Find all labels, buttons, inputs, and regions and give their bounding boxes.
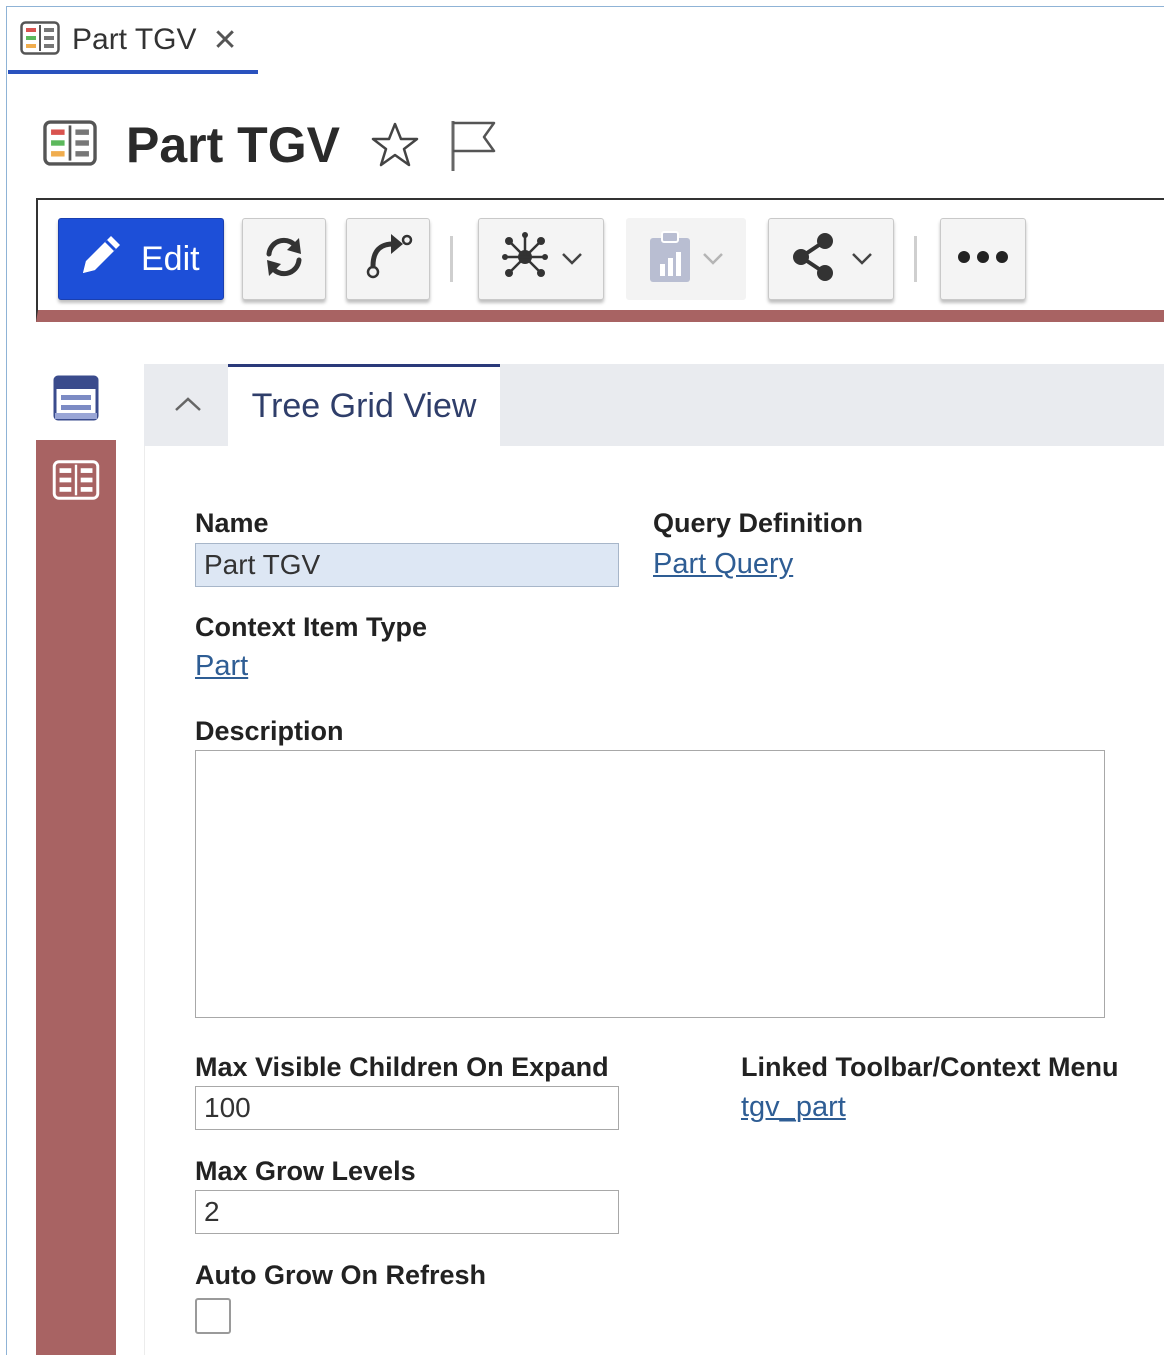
chevron-up-icon [173,395,203,418]
report-icon [648,230,692,289]
context-item-type-label: Context Item Type [195,612,428,642]
grid-view-icon [52,459,100,505]
sidenav-item-grid[interactable] [36,440,116,524]
edit-label: Edit [141,239,200,278]
promote-button[interactable] [346,218,430,300]
collapse-button[interactable] [166,384,210,428]
max-grow-levels-label: Max Grow Levels [195,1156,416,1186]
chevron-down-icon [561,246,583,272]
grid-view-icon [42,119,98,171]
chevron-down-icon [851,246,873,272]
refresh-button[interactable] [242,218,326,300]
page-header: Part TGV [42,112,526,178]
edit-button[interactable]: Edit [58,218,224,300]
tab-title: Part TGV [72,23,197,56]
pencil-icon [75,229,127,290]
chevron-down-icon [702,246,724,272]
tab-part-tgv[interactable]: Part TGV ✕ [8,10,258,74]
context-item-type-link[interactable]: Part [195,650,248,683]
max-visible-children-label: Max Visible Children On Expand [195,1052,609,1082]
structure-button[interactable] [478,218,604,300]
flag-outline-icon[interactable] [448,117,498,173]
form-body: Name Query Definition Part Query Context… [144,446,1164,1355]
promote-icon [361,230,415,289]
description-label: Description [195,716,344,746]
star-outline-icon[interactable] [370,120,420,170]
name-label: Name [195,508,269,538]
page-title: Part TGV [126,117,340,173]
sidenav-rail [36,440,116,1355]
form-view-icon [53,375,99,426]
share-button[interactable] [768,218,894,300]
auto-grow-checkbox[interactable] [195,1298,231,1334]
description-field[interactable] [195,750,1105,1018]
tab-tree-grid-view[interactable]: Tree Grid View [228,364,500,446]
more-icon [956,249,1010,270]
report-button[interactable] [626,218,746,300]
refresh-icon [259,232,309,287]
query-definition-label: Query Definition [653,508,864,538]
sidenav-item-form[interactable] [36,360,116,440]
toolbar: Edit [36,198,1164,322]
auto-grow-label: Auto Grow On Refresh [195,1260,487,1290]
linked-toolbar-label: Linked Toolbar/Context Menu [741,1052,1119,1082]
toolbar-separator [450,236,453,282]
more-button[interactable] [940,218,1026,300]
max-grow-levels-field[interactable] [195,1190,619,1234]
query-definition-link[interactable]: Part Query [653,548,793,581]
share-icon [789,231,841,288]
content-panel: Tree Grid View Name Query Definition Par… [144,364,1164,1355]
side-navigation [36,360,116,1355]
structure-icon [499,231,551,288]
max-visible-children-field[interactable] [195,1086,619,1130]
linked-toolbar-link[interactable]: tgv_part [741,1091,846,1124]
close-icon[interactable]: ✕ [212,23,237,58]
name-field[interactable] [195,543,619,587]
panel-header: Tree Grid View [144,364,1164,446]
toolbar-separator [914,236,917,282]
grid-view-icon [20,20,60,60]
